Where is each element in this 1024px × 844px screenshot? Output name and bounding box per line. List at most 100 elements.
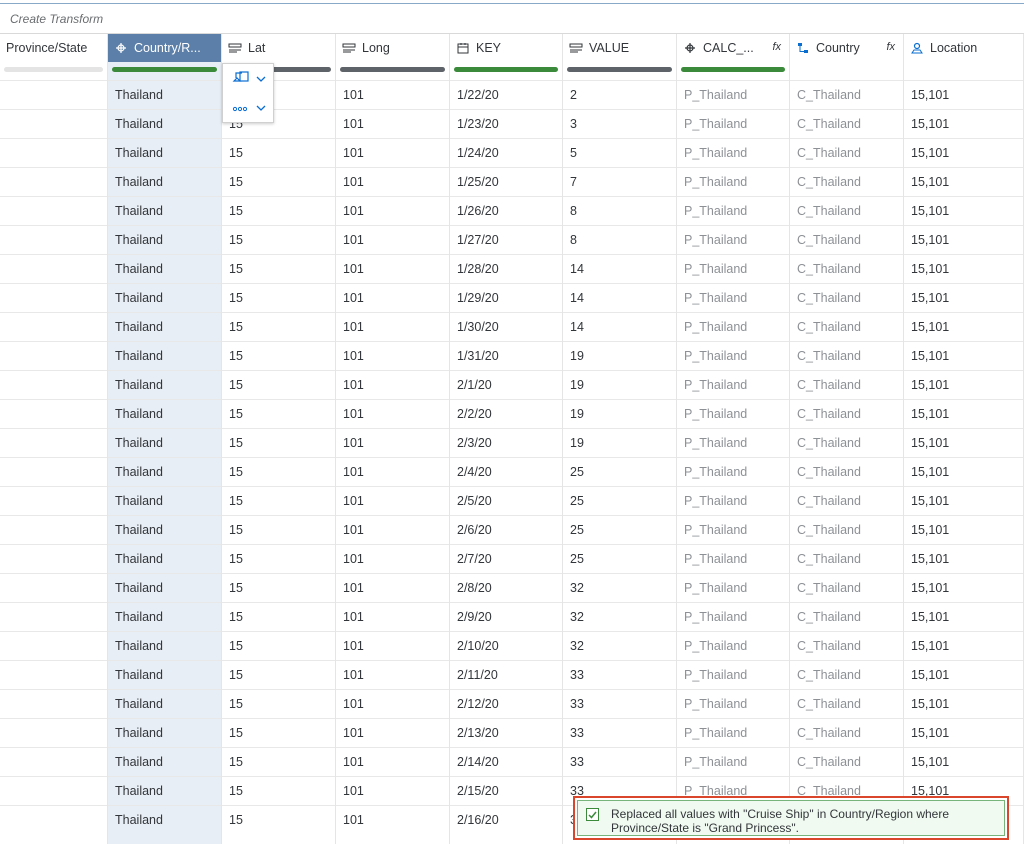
table-cell[interactable]: P_Thailand xyxy=(677,312,789,341)
table-cell[interactable] xyxy=(0,486,107,515)
table-cell[interactable]: C_Thailand xyxy=(790,515,903,544)
table-cell[interactable]: 2/1/20 xyxy=(450,370,562,399)
table-cell[interactable] xyxy=(0,167,107,196)
table-cell[interactable]: P_Thailand xyxy=(677,196,789,225)
table-cell[interactable]: 15,101 xyxy=(904,747,1023,776)
table-cell[interactable]: 15,101 xyxy=(904,225,1023,254)
table-cell[interactable]: Thailand xyxy=(108,399,221,428)
table-cell[interactable]: 15,101 xyxy=(904,573,1023,602)
table-cell[interactable]: 15,101 xyxy=(904,428,1023,457)
table-cell[interactable]: C_Thailand xyxy=(790,486,903,515)
table-cell[interactable]: 1/27/20 xyxy=(450,225,562,254)
table-cell[interactable]: 15 xyxy=(222,457,335,486)
table-cell[interactable]: 101 xyxy=(336,341,449,370)
table-cell[interactable]: 2/12/20 xyxy=(450,689,562,718)
table-cell[interactable]: C_Thailand xyxy=(790,312,903,341)
table-cell[interactable]: 1/24/20 xyxy=(450,138,562,167)
table-cell[interactable]: 2/8/20 xyxy=(450,573,562,602)
table-cell[interactable]: 15 xyxy=(222,689,335,718)
table-cell[interactable]: 15 xyxy=(222,428,335,457)
data-quality-bar[interactable] xyxy=(4,67,103,72)
table-cell[interactable]: C_Thailand xyxy=(790,689,903,718)
table-cell[interactable]: P_Thailand xyxy=(677,80,789,109)
table-cell[interactable]: 2/3/20 xyxy=(450,428,562,457)
table-cell[interactable]: P_Thailand xyxy=(677,457,789,486)
table-cell[interactable]: C_Thailand xyxy=(790,167,903,196)
table-cell[interactable]: 32 xyxy=(563,602,676,631)
table-cell[interactable]: 5 xyxy=(563,138,676,167)
table-cell[interactable]: 15,101 xyxy=(904,602,1023,631)
table-cell[interactable] xyxy=(0,718,107,747)
table-cell[interactable]: 101 xyxy=(336,805,449,834)
table-cell[interactable]: 19 xyxy=(563,428,676,457)
table-cell[interactable]: 2/6/20 xyxy=(450,515,562,544)
table-cell[interactable]: 15,101 xyxy=(904,167,1023,196)
table-cell[interactable]: 15 xyxy=(222,138,335,167)
table-cell[interactable]: 15,101 xyxy=(904,660,1023,689)
data-quality-bar[interactable] xyxy=(454,67,558,72)
table-cell[interactable]: 15 xyxy=(222,660,335,689)
table-cell[interactable]: C_Thailand xyxy=(790,225,903,254)
table-cell[interactable]: C_Thailand xyxy=(790,457,903,486)
table-cell[interactable]: C_Thailand xyxy=(790,283,903,312)
table-cell[interactable]: 15 xyxy=(222,718,335,747)
table-cell[interactable]: C_Thailand xyxy=(790,747,903,776)
table-cell[interactable]: 14 xyxy=(563,312,676,341)
table-cell[interactable]: Thailand xyxy=(108,341,221,370)
table-cell[interactable]: C_Thailand xyxy=(790,254,903,283)
column-header-long[interactable]: Long xyxy=(336,34,449,62)
table-cell[interactable]: 15,101 xyxy=(904,515,1023,544)
table-cell[interactable]: 25 xyxy=(563,515,676,544)
table-cell[interactable]: 2/9/20 xyxy=(450,602,562,631)
table-cell[interactable] xyxy=(0,109,107,138)
table-cell[interactable]: 15 xyxy=(222,544,335,573)
table-cell[interactable]: Thailand xyxy=(108,167,221,196)
table-cell[interactable]: 101 xyxy=(336,573,449,602)
table-cell[interactable]: Thailand xyxy=(108,631,221,660)
table-cell[interactable]: 101 xyxy=(336,138,449,167)
table-cell[interactable] xyxy=(0,138,107,167)
table-cell[interactable]: 2/5/20 xyxy=(450,486,562,515)
table-cell[interactable]: 15 xyxy=(222,341,335,370)
table-cell[interactable]: 15 xyxy=(222,515,335,544)
table-cell[interactable]: 19 xyxy=(563,370,676,399)
table-cell[interactable]: 25 xyxy=(563,544,676,573)
table-cell[interactable] xyxy=(0,747,107,776)
table-cell[interactable] xyxy=(0,689,107,718)
table-cell[interactable]: 2/15/20 xyxy=(450,776,562,805)
table-cell[interactable] xyxy=(0,776,107,805)
table-cell[interactable]: 1/23/20 xyxy=(450,109,562,138)
table-cell[interactable]: 2/16/20 xyxy=(450,805,562,834)
table-cell[interactable]: 15,101 xyxy=(904,109,1023,138)
table-cell[interactable]: 15,101 xyxy=(904,718,1023,747)
table-cell[interactable] xyxy=(0,660,107,689)
table-cell[interactable]: C_Thailand xyxy=(790,718,903,747)
table-cell[interactable]: 101 xyxy=(336,109,449,138)
table-cell[interactable]: 2/10/20 xyxy=(450,631,562,660)
table-cell[interactable]: 101 xyxy=(336,631,449,660)
formula-icon[interactable]: fx xyxy=(886,41,895,53)
table-cell[interactable]: Thailand xyxy=(108,515,221,544)
table-cell[interactable]: 15,101 xyxy=(904,631,1023,660)
table-cell[interactable] xyxy=(0,312,107,341)
table-cell[interactable]: 101 xyxy=(336,689,449,718)
table-cell[interactable]: 33 xyxy=(563,660,676,689)
table-cell[interactable]: P_Thailand xyxy=(677,428,789,457)
formula-icon[interactable]: fx xyxy=(772,41,781,53)
table-cell[interactable]: 1/30/20 xyxy=(450,312,562,341)
more-actions-menu[interactable] xyxy=(223,93,273,122)
table-cell[interactable]: 33 xyxy=(563,747,676,776)
table-cell[interactable]: Thailand xyxy=(108,573,221,602)
table-cell[interactable]: 101 xyxy=(336,254,449,283)
table-cell[interactable]: P_Thailand xyxy=(677,225,789,254)
table-cell[interactable]: Thailand xyxy=(108,109,221,138)
table-cell[interactable]: C_Thailand xyxy=(790,370,903,399)
table-cell[interactable]: Thailand xyxy=(108,254,221,283)
table-cell[interactable]: 15 xyxy=(222,602,335,631)
table-cell[interactable] xyxy=(0,457,107,486)
table-cell[interactable]: 15,101 xyxy=(904,689,1023,718)
create-transform-input[interactable] xyxy=(10,12,410,26)
table-cell[interactable]: 2 xyxy=(563,80,676,109)
table-cell[interactable]: 2/11/20 xyxy=(450,660,562,689)
table-cell[interactable]: 3 xyxy=(563,109,676,138)
